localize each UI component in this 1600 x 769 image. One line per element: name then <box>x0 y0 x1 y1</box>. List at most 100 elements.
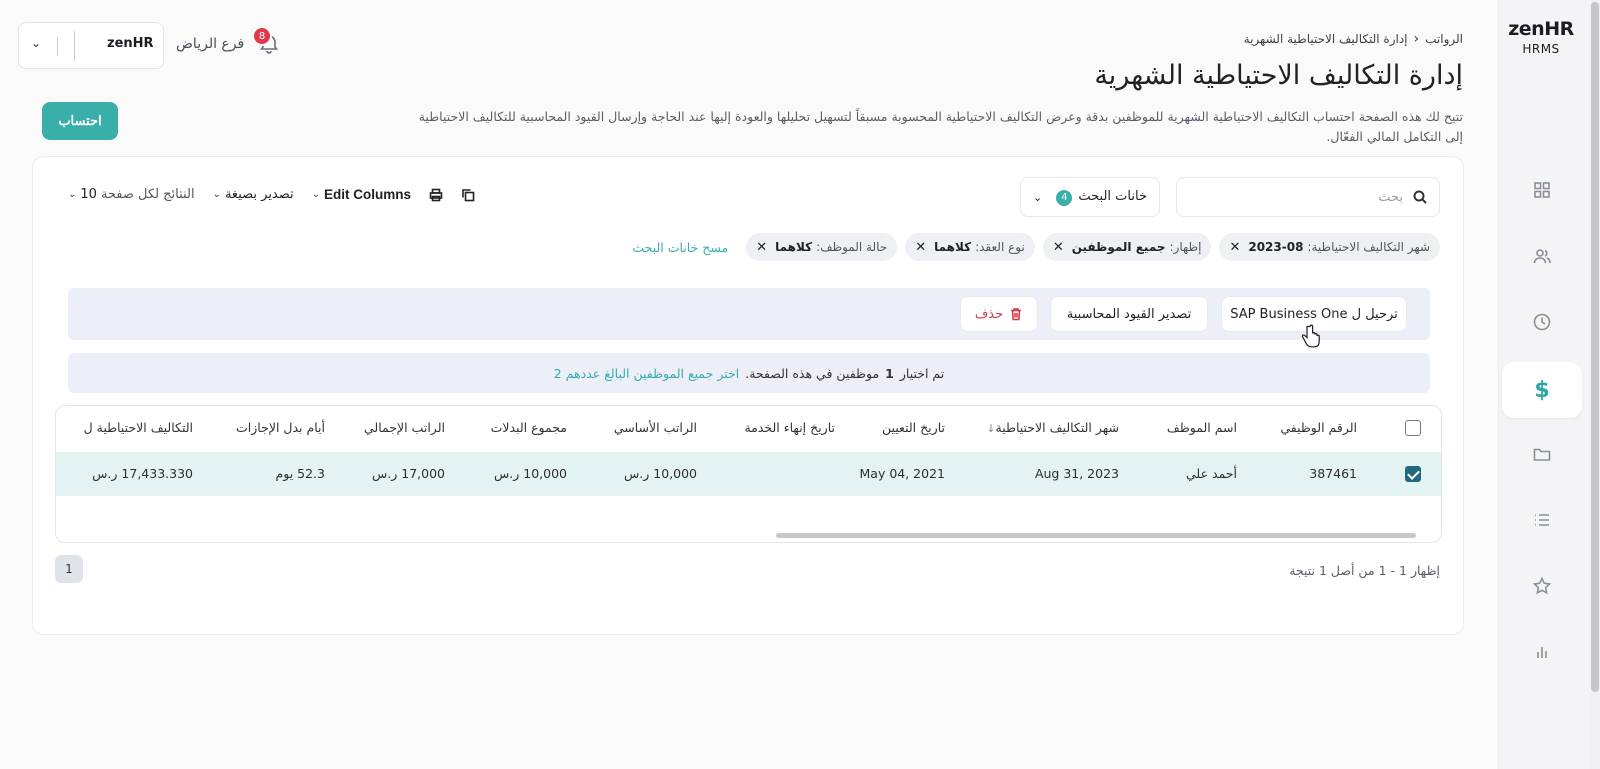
chip-value: جميع الموظفين <box>1071 240 1166 254</box>
sidebar-item-requests[interactable] <box>1502 492 1582 548</box>
main-card: خانات البحث 4 ⌄ ⌄ 10 النتائج لكل صفحة ⌄ ت… <box>32 156 1464 635</box>
chevron-down-icon: ⌄ <box>311 189 321 200</box>
chevron-down-icon: ⌄ <box>1033 190 1043 204</box>
users-icon <box>1533 249 1551 264</box>
brand-sub: HRMS <box>1522 42 1560 56</box>
notification-badge: 8 <box>252 26 272 46</box>
divider <box>57 37 58 55</box>
column-header[interactable]: اسم الموظف <box>1167 406 1237 450</box>
search-fields-label-wrap: خانات البحث 4 <box>1056 189 1147 206</box>
selection-info-bar: تم اختيار 1 موظفين في هذه الصفحة. اختر ج… <box>68 353 1430 393</box>
sidebar-item-performance[interactable] <box>1502 558 1582 614</box>
chip-value: كلاهما <box>775 240 813 254</box>
sidebar-item-attendance[interactable] <box>1502 294 1582 350</box>
branch-name: فرع الرياض <box>176 36 245 52</box>
per-page-select[interactable]: ⌄ 10 النتائج لكل صفحة <box>68 187 195 202</box>
page-scrollbar[interactable] <box>1590 0 1600 769</box>
gross-salary-cell: 17,000 ر.س <box>372 466 445 481</box>
column-header[interactable]: الراتب الإجمالي <box>364 406 445 450</box>
print-button[interactable] <box>429 188 443 202</box>
delete-button[interactable]: حذف <box>960 296 1038 332</box>
select-all-checkbox[interactable] <box>1405 420 1421 436</box>
allowances-cell: 10,000 ر.س <box>494 466 567 481</box>
sidebar-item-payroll[interactable]: $ <box>1502 362 1582 418</box>
filter-chip-employee-status[interactable]: حالة الموظف: كلاهما ✕ <box>746 233 898 261</box>
employee-id-cell: 387461 <box>1309 466 1357 481</box>
chip-key: شهر التكاليف الاحتياطية: <box>1307 240 1430 254</box>
export-format-dropdown[interactable]: ⌄ تصدير بصيغة <box>213 187 294 202</box>
breadcrumb: الرواتب ‹ إدارة التكاليف الاحتياطية الشه… <box>1244 31 1463 47</box>
folder-icon <box>1533 448 1551 461</box>
sort-arrow-icon[interactable]: ↓ <box>986 422 995 435</box>
filter-chip-contract-type[interactable]: نوع العقد: كلاهما ✕ <box>905 233 1035 261</box>
sidebar-item-reports[interactable] <box>1502 624 1582 680</box>
selection-prefix: تم اختيار <box>899 365 945 381</box>
column-header[interactable]: تاريخ إنهاء الخدمة <box>744 406 835 450</box>
chip-key: حالة الموظف: <box>816 240 888 254</box>
column-header[interactable]: تاريخ التعيين <box>882 406 945 450</box>
close-icon[interactable]: ✕ <box>756 240 767 255</box>
chevron-down-icon: ⌄ <box>31 36 42 50</box>
search-input[interactable] <box>1203 189 1403 205</box>
close-icon[interactable]: ✕ <box>1053 240 1064 255</box>
zenhr-logo[interactable]: zenHR HRMS <box>1506 18 1576 56</box>
company-switcher[interactable]: ⌄ zenHR <box>18 22 164 69</box>
page-scrollbar-thumb[interactable] <box>1591 2 1599 692</box>
list-icon <box>1535 514 1549 526</box>
chevron-left-icon: ‹ <box>1413 31 1420 47</box>
selection-count: 1 <box>885 365 894 381</box>
edit-columns-label: Edit Columns <box>324 187 412 202</box>
export-entries-button[interactable]: تصدير القيود المحاسبية <box>1050 296 1208 332</box>
table-row[interactable]: 387461 أحمد علي Aug 31, 2023 May 04, 202… <box>56 452 1441 496</box>
table-toolbar: ⌄ 10 النتائج لكل صفحة ⌄ تصدير بصيغة ⌄ Ed… <box>68 187 475 202</box>
sidebar-item-documents[interactable] <box>1502 426 1582 482</box>
pagination-page-1[interactable]: 1 <box>55 555 83 583</box>
basic-salary-cell: 10,000 ر.س <box>624 466 697 481</box>
column-header[interactable]: التكاليف الاحتياطية ل <box>84 406 193 450</box>
edit-columns-dropdown[interactable]: ⌄ Edit Columns <box>312 187 411 202</box>
brand-name: zenHR <box>1508 18 1574 40</box>
per-page-value: 10 <box>80 187 97 202</box>
column-header[interactable]: مجموع البدلات <box>491 406 567 450</box>
notifications-button[interactable]: 8 <box>252 26 284 58</box>
sidebar-item-employees[interactable] <box>1502 228 1582 284</box>
page-description: تتيح لك هذه الصفحة احتساب التكاليف الاحت… <box>418 109 1463 144</box>
reserve-month-cell: Aug 31, 2023 <box>1034 466 1119 481</box>
calculate-button[interactable]: احتساب <box>42 102 118 140</box>
export-format-label: تصدير بصيغة <box>224 187 294 202</box>
filter-chip-month[interactable]: شهر التكاليف الاحتياطية: 2023-08 ✕ <box>1219 233 1440 261</box>
search-icon <box>1413 190 1427 204</box>
breadcrumb-current: إدارة التكاليف الاحتياطية الشهرية <box>1243 32 1408 46</box>
column-header[interactable]: شهر التكاليف الاحتياطية↓ <box>980 406 1119 450</box>
close-icon[interactable]: ✕ <box>1229 240 1240 255</box>
filter-chip-show[interactable]: إظهار: جميع الموظفين ✕ <box>1042 233 1212 261</box>
search-fields-count: 4 <box>1056 189 1073 206</box>
sidebar-item-dashboard[interactable] <box>1502 162 1582 218</box>
chip-key: إظهار: <box>1169 240 1202 254</box>
clear-filters-link[interactable]: مسح خانات البحث <box>632 240 728 255</box>
clock-icon <box>1533 313 1551 331</box>
copy-icon <box>462 188 475 201</box>
selection-suffix: موظفين في هذه الصفحة. <box>745 365 880 381</box>
table-header-row: الرقم الوظيفي اسم الموظف شهر التكاليف ال… <box>56 406 1441 450</box>
hire-date-cell: May 04, 2021 <box>859 466 945 481</box>
row-checkbox[interactable] <box>1405 466 1421 482</box>
search-fields-label: خانات البحث <box>1078 188 1147 204</box>
company-logo: zenHR <box>107 36 154 51</box>
page-title: إدارة التكاليف الاحتياطية الشهرية <box>1094 60 1463 91</box>
column-header[interactable]: الرقم الوظيفي <box>1280 406 1357 450</box>
table-horizontal-scrollbar[interactable] <box>776 533 1416 538</box>
printer-icon <box>429 188 443 201</box>
column-header[interactable]: أيام بدل الإجازات <box>236 406 325 450</box>
select-all-link[interactable]: اختر جميع الموظفين البالغ عددهم 2 <box>554 366 739 381</box>
close-icon[interactable]: ✕ <box>915 240 926 255</box>
copy-button[interactable] <box>461 188 475 202</box>
chevron-down-icon: ⌄ <box>68 189 77 200</box>
hand-pointer-icon <box>1301 324 1320 348</box>
bar-chart-icon <box>1537 647 1547 658</box>
per-page-label: النتائج لكل صفحة <box>100 187 195 202</box>
chip-key: نوع العقد: <box>975 240 1025 254</box>
breadcrumb-root[interactable]: الرواتب <box>1425 32 1463 46</box>
column-header[interactable]: الراتب الأساسي <box>614 406 697 450</box>
search-fields-dropdown[interactable]: خانات البحث 4 ⌄ <box>1020 177 1160 217</box>
